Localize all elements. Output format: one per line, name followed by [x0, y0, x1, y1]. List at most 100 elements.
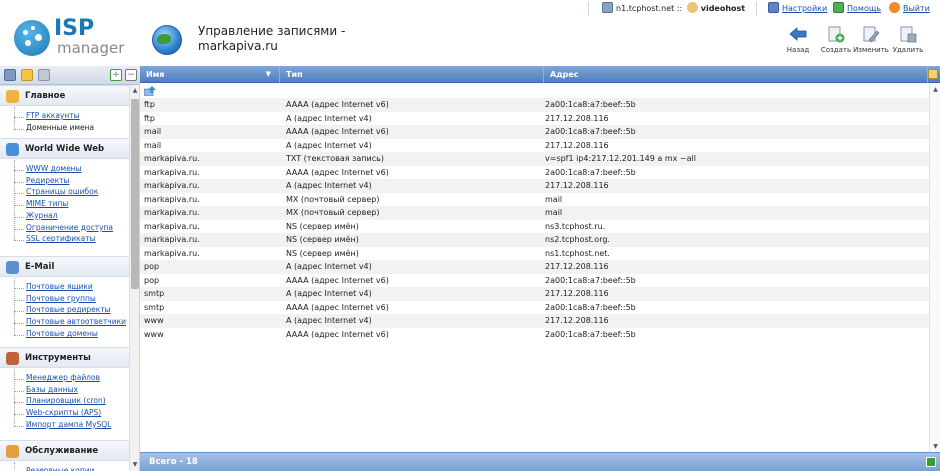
cell-address: 217.12.208.116: [545, 316, 609, 325]
cell-type: A (адрес Internet v4): [286, 140, 372, 150]
logout-link[interactable]: Выйти: [889, 2, 930, 13]
sort-desc-icon: ▼: [265, 70, 271, 78]
scroll-up-icon[interactable]: ▲: [931, 85, 940, 94]
sidebar-item[interactable]: Редиректы: [26, 176, 69, 185]
page-title-line2: markapiva.ru: [198, 39, 278, 53]
globe-icon: [6, 143, 19, 156]
cell-address: 217.12.208.116: [545, 113, 609, 123]
table-row[interactable]: markapiva.ru. NS (сервер имён) ns3.tcphost…: [140, 219, 929, 233]
logout-link-label[interactable]: Выйти: [903, 4, 930, 13]
sidebar-section-header[interactable]: Обслуживание: [0, 440, 129, 461]
tree-connector: [14, 228, 24, 230]
tree-connector: [14, 216, 24, 218]
export-icon[interactable]: [926, 457, 936, 467]
sidebar-item[interactable]: WWW домены: [26, 164, 82, 173]
sidebar-item[interactable]: Почтовые редиректы: [26, 305, 111, 314]
help-link[interactable]: Помощь: [833, 2, 881, 13]
sidebar-item[interactable]: Почтовые ящики: [26, 282, 93, 291]
table-row[interactable]: ftp A (адрес Internet v4) 217.12.208.116: [140, 111, 929, 125]
table-row[interactable]: pop AAAA (адрес Internet v6) 2a00:1ca8:a7:…: [140, 273, 929, 287]
edit-button[interactable]: Изменить: [853, 26, 889, 54]
sidebar-item[interactable]: Планировщик (cron): [26, 396, 106, 405]
cell-address: 2a00:1ca8:a7:beef::5b: [545, 100, 636, 109]
table-row[interactable]: markapiva.ru. NS (сервер имён) ns2.tcphost…: [140, 233, 929, 247]
sidebar-item[interactable]: Почтовые домены: [26, 329, 98, 338]
table-row[interactable]: www A (адрес Internet v4) 217.12.208.116: [140, 314, 929, 328]
sidebar-section-header[interactable]: Главное: [0, 85, 129, 106]
cell-type: AAAA (адрес Internet v6): [286, 167, 389, 177]
table-row[interactable]: www AAAA (адрес Internet v6) 2a00:1ca8:a7:…: [140, 327, 929, 341]
settings-link[interactable]: Настройки: [768, 2, 827, 13]
edit-button-label: Изменить: [853, 46, 889, 54]
tree-connector: [14, 170, 24, 171]
tree-connector: [14, 323, 24, 325]
sidebar-item[interactable]: Web-скрипты (APS): [26, 408, 101, 417]
cell-address: ns2.tcphost.org.: [545, 235, 610, 244]
sidebar-item[interactable]: SSL сертификаты: [26, 234, 96, 243]
table-row[interactable]: mail AAAA (адрес Internet v6) 2a00:1ca8:a7…: [140, 125, 929, 139]
sidebar-scrollbar[interactable]: ▲ ▼: [129, 85, 139, 471]
sidebar-item[interactable]: Ограничение доступа: [26, 223, 113, 232]
sidebar-item[interactable]: Доменные имена: [26, 123, 94, 132]
column-header-type[interactable]: Тип: [280, 66, 544, 83]
sidebar-item[interactable]: Базы данных: [26, 385, 78, 394]
sidebar-item[interactable]: FTP аккаунты: [26, 111, 80, 120]
parent-level-row[interactable]: [140, 84, 929, 98]
history-icon[interactable]: [38, 69, 50, 81]
table-row[interactable]: markapiva.ru. TXT (текстовая запись) v=spf…: [140, 152, 929, 166]
cell-address: 217.12.208.116: [545, 262, 609, 271]
tree-connector: [14, 193, 24, 195]
scroll-up-icon[interactable]: ▲: [131, 87, 139, 95]
divider: [588, 2, 589, 16]
sidebar-item[interactable]: Импорт дампа MySQL: [26, 420, 111, 429]
cell-type: AAAA (адрес Internet v6): [286, 127, 389, 136]
table-row[interactable]: markapiva.ru. NS (сервер имён) ns1.tcphost…: [140, 246, 929, 260]
sidebar-scrollbar-thumb[interactable]: [131, 99, 139, 289]
sidebar-item[interactable]: Журнал: [26, 211, 58, 220]
delete-icon: [900, 26, 917, 43]
sidebar-section-header[interactable]: E-Mail: [0, 256, 129, 277]
scroll-down-icon[interactable]: ▼: [131, 461, 139, 469]
table-row[interactable]: markapiva.ru. MX (почтовый сервер) mail: [140, 206, 929, 220]
tree-connector: [14, 240, 24, 242]
favorites-star-icon[interactable]: [21, 69, 33, 81]
tree-view-icon[interactable]: [4, 69, 16, 81]
sidebar-item[interactable]: Страницы ошибок: [26, 187, 98, 196]
isp-manager-logo[interactable]: ISP manager: [14, 14, 124, 58]
sidebar-item[interactable]: Менеджер файлов: [26, 373, 100, 382]
table-row[interactable]: mail A (адрес Internet v4) 217.12.208.116: [140, 138, 929, 152]
scroll-down-icon[interactable]: ▼: [931, 442, 940, 451]
cell-address: 2a00:1ca8:a7:beef::5b: [545, 167, 636, 177]
tree-connector: [14, 205, 24, 207]
collapse-all-icon[interactable]: −: [125, 69, 137, 81]
page-title: Управление записями - markapiva.ru: [198, 24, 345, 54]
column-settings-icon[interactable]: [928, 69, 938, 79]
table-row[interactable]: smtp A (адрес Internet v4) 217.12.208.116: [140, 287, 929, 301]
column-header-address-label: Адрес: [550, 70, 579, 79]
create-button[interactable]: Создать: [818, 26, 854, 54]
table-row[interactable]: markapiva.ru. AAAA (адрес Internet v6) 2a0…: [140, 165, 929, 179]
back-arrow-icon: [789, 27, 807, 41]
sidebar-section-header[interactable]: World Wide Web: [0, 138, 129, 159]
sidebar-section-header[interactable]: Инструменты: [0, 347, 129, 368]
expand-all-icon[interactable]: +: [110, 69, 122, 81]
back-button[interactable]: Назад: [780, 26, 816, 54]
cell-name: smtp: [144, 289, 165, 298]
table-scrollbar[interactable]: ▲ ▼: [929, 83, 940, 453]
settings-link-label[interactable]: Настройки: [782, 4, 827, 13]
table-row[interactable]: markapiva.ru. A (адрес Internet v4) 217.12…: [140, 179, 929, 193]
help-link-label[interactable]: Помощь: [847, 4, 881, 13]
sidebar-item[interactable]: Почтовые группы: [26, 294, 96, 303]
table-row[interactable]: smtp AAAA (адрес Internet v6) 2a00:1ca8:a7…: [140, 300, 929, 314]
tree-connector: [14, 369, 15, 426]
column-header-name[interactable]: Имя ▼: [140, 66, 280, 83]
sidebar-item[interactable]: MIME типы: [26, 199, 68, 208]
table-row[interactable]: markapiva.ru. MX (почтовый сервер) mail: [140, 192, 929, 206]
table-row[interactable]: ftp AAAA (адрес Internet v6) 2a00:1ca8:a7:…: [140, 98, 929, 112]
column-header-address[interactable]: Адрес: [544, 66, 928, 83]
table-row[interactable]: pop A (адрес Internet v4) 217.12.208.116: [140, 260, 929, 274]
delete-button[interactable]: Удалить: [890, 26, 926, 54]
back-button-label: Назад: [786, 46, 810, 54]
sidebar-item[interactable]: Почтовые автоответчики: [26, 317, 126, 326]
sidebar-item[interactable]: Резервные копии: [26, 466, 95, 471]
